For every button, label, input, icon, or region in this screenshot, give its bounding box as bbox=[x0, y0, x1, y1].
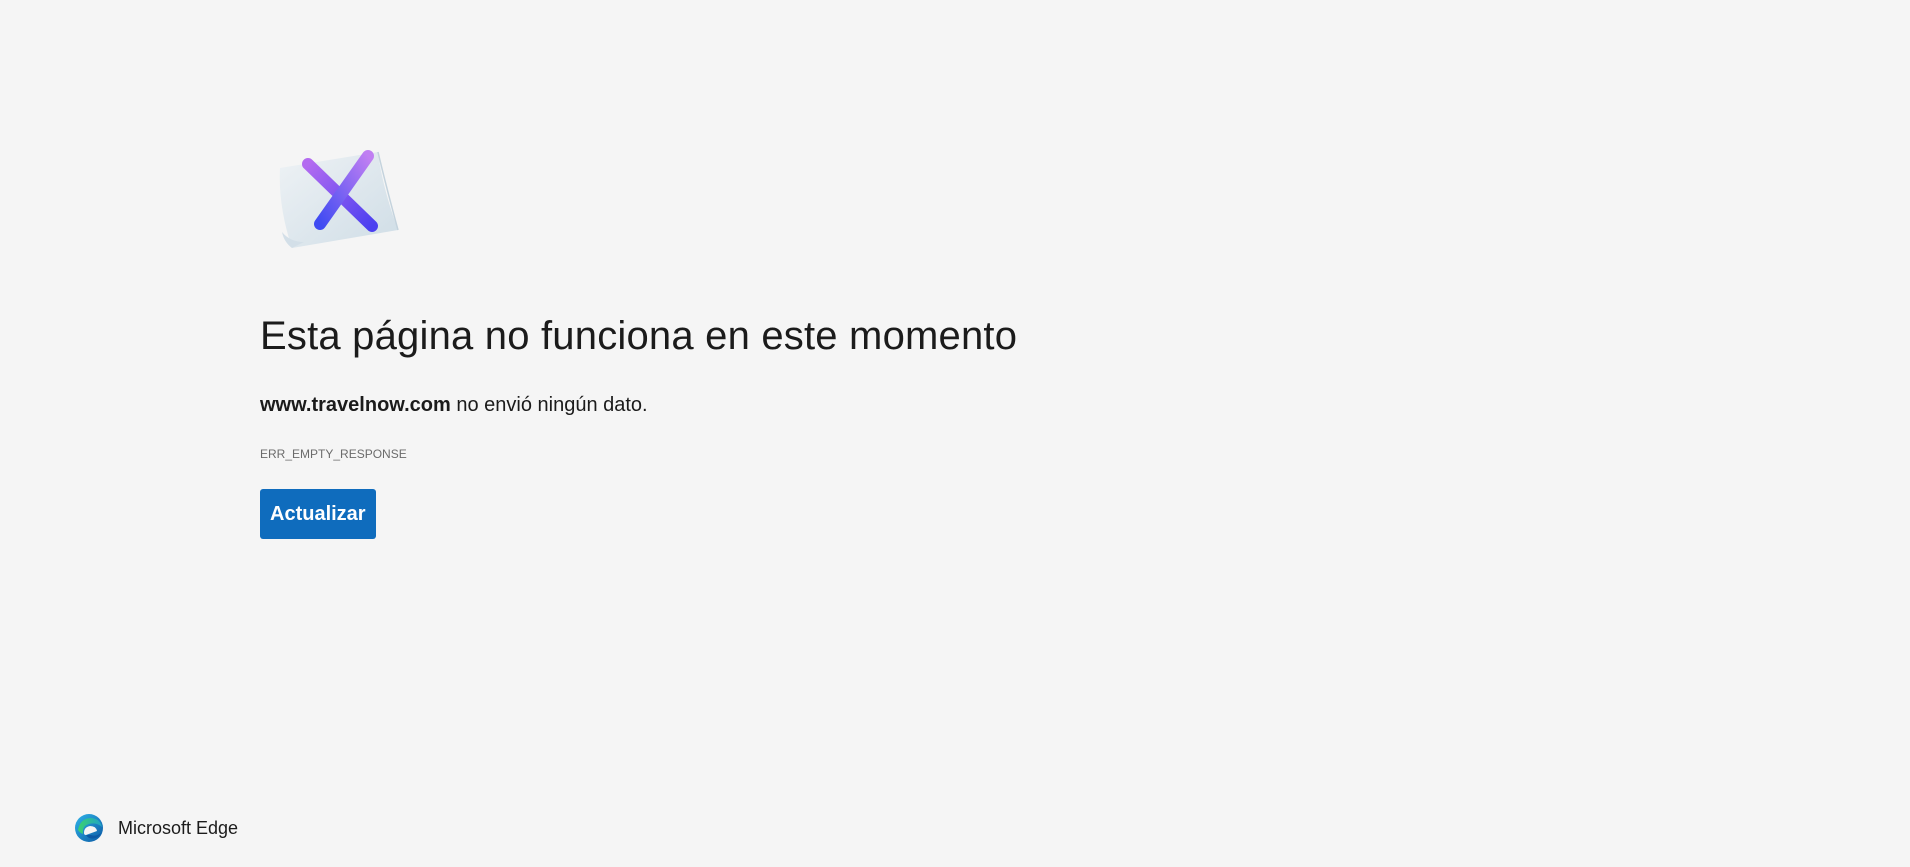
brand-name: Microsoft Edge bbox=[118, 817, 239, 838]
page-title: Esta página no funciona en este momento bbox=[260, 314, 1018, 358]
error-description: www.travelnow.com no envió ningún dato. bbox=[260, 394, 648, 417]
browser-brand: Microsoft Edge bbox=[74, 812, 238, 844]
paper-x-icon bbox=[274, 146, 410, 254]
error-code: ERR_EMPTY_RESPONSE bbox=[260, 447, 407, 461]
microsoft-edge-logo-icon bbox=[74, 813, 104, 843]
host-name: www.travelnow.com bbox=[260, 394, 451, 416]
error-message: no envió ningún dato. bbox=[456, 394, 648, 416]
refresh-button[interactable]: Actualizar bbox=[260, 489, 376, 539]
